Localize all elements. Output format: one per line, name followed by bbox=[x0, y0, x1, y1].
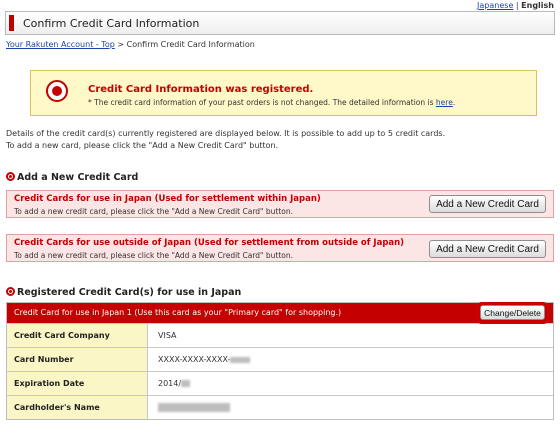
row-value-cardholder-wrap bbox=[148, 396, 553, 419]
add-card-japan-title: Credit Cards for use in Japan (Used for … bbox=[14, 194, 321, 204]
registered-cards-section-heading: Registered Credit Card(s) for use in Jap… bbox=[6, 286, 241, 298]
intro-text: Details of the credit card(s) currently … bbox=[6, 128, 445, 152]
add-card-outside-subtext: To add a new credit card, please click t… bbox=[14, 251, 293, 260]
intro-line-2: To add a new card, please click the "Add… bbox=[6, 141, 279, 150]
header-accent-bar bbox=[9, 15, 14, 31]
row-value-card-number-wrap: XXXX-XXXX-XXXX- bbox=[148, 348, 553, 371]
section-bullet-icon bbox=[6, 287, 15, 296]
table-row: Cardholder's Name bbox=[7, 395, 553, 419]
redacted-expiration-month bbox=[181, 380, 191, 387]
row-label-expiration-date: Expiration Date bbox=[7, 372, 148, 395]
registered-card-table: Credit Card for use in Japan 1 (Use this… bbox=[6, 302, 554, 420]
add-card-outside-title: Credit Cards for use outside of Japan (U… bbox=[14, 238, 405, 248]
table-row: Expiration Date 2014/ bbox=[7, 371, 553, 395]
change-delete-button[interactable]: Change/Delete bbox=[480, 305, 545, 320]
add-card-heading-text: Add a New Credit Card bbox=[17, 172, 139, 183]
card-table-header: Credit Card for use in Japan 1 (Use this… bbox=[7, 302, 553, 324]
page-header: Confirm Credit Card Information bbox=[5, 11, 555, 35]
notice-text-end: . bbox=[452, 98, 456, 107]
registered-heading-text: Registered Credit Card(s) for use in Jap… bbox=[17, 287, 242, 298]
registration-notice: Credit Card Information was registered. … bbox=[30, 70, 537, 116]
row-value-expiration-wrap: 2014/ bbox=[148, 372, 553, 395]
page-title: Confirm Credit Card Information bbox=[23, 17, 200, 30]
row-value-card-number: XXXX-XXXX-XXXX- bbox=[158, 355, 231, 364]
notice-text-body: * The credit card information of your pa… bbox=[88, 98, 434, 107]
notice-title: Credit Card Information was registered. bbox=[88, 84, 314, 95]
lang-separator: | bbox=[515, 1, 519, 10]
alert-circle-icon bbox=[46, 80, 68, 102]
notice-text: * The credit card information of your pa… bbox=[88, 98, 455, 107]
language-switcher: Japanese | English bbox=[477, 1, 554, 10]
breadcrumb-account-top-link[interactable]: Your Rakuten Account - Top bbox=[6, 40, 115, 49]
breadcrumb: Your Rakuten Account - Top > Confirm Cre… bbox=[6, 40, 255, 49]
english-label: English bbox=[521, 1, 554, 10]
row-value-expiration-date: 2014/ bbox=[158, 379, 182, 388]
card-table-header-text: Credit Card for use in Japan 1 (Use this… bbox=[14, 308, 342, 317]
section-bullet-icon bbox=[6, 172, 15, 181]
add-card-japan-subtext: To add a new credit card, please click t… bbox=[14, 207, 293, 216]
add-card-japan-box: Credit Cards for use in Japan (Used for … bbox=[6, 190, 554, 218]
add-credit-card-outside-button[interactable]: Add a New Credit Card bbox=[429, 240, 546, 258]
table-row: Card Number XXXX-XXXX-XXXX- bbox=[7, 347, 553, 371]
add-credit-card-japan-button[interactable]: Add a New Credit Card bbox=[429, 195, 546, 213]
breadcrumb-current: Confirm Credit Card Information bbox=[126, 40, 255, 49]
add-card-section-heading: Add a New Credit Card bbox=[6, 171, 138, 183]
breadcrumb-separator: > bbox=[117, 40, 125, 49]
row-label-card-company: Credit Card Company bbox=[7, 324, 148, 347]
redacted-cardholder-name bbox=[158, 403, 230, 412]
table-row: Credit Card Company VISA bbox=[7, 323, 553, 347]
redacted-card-digits bbox=[230, 356, 251, 363]
japanese-link[interactable]: Japanese bbox=[477, 1, 513, 10]
row-value-card-company: VISA bbox=[148, 324, 553, 347]
intro-line-1: Details of the credit card(s) currently … bbox=[6, 129, 446, 138]
add-card-outside-box: Credit Cards for use outside of Japan (U… bbox=[6, 234, 554, 262]
row-label-card-number: Card Number bbox=[7, 348, 148, 371]
row-label-cardholder-name: Cardholder's Name bbox=[7, 396, 148, 419]
notice-here-link[interactable]: here bbox=[436, 98, 453, 107]
